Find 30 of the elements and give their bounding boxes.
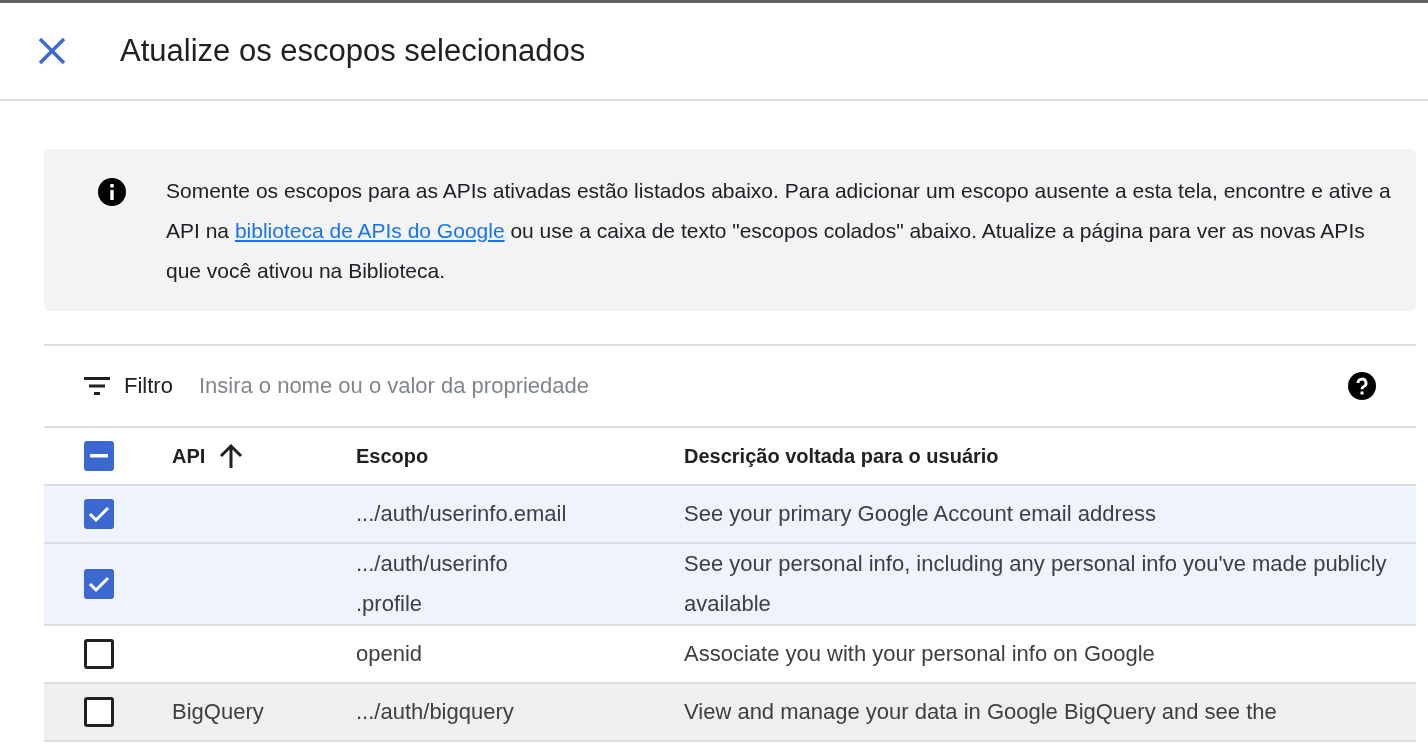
checkbox[interactable] — [84, 499, 114, 529]
dialog-title: Atualize os escopos selecionados — [120, 33, 586, 69]
table-row[interactable]: .../auth/userinfo.email See your primary Google Account email address — [44, 486, 1416, 544]
checkbox[interactable] — [84, 639, 114, 669]
api-library-link[interactable]: biblioteca de APIs do Google — [234, 219, 505, 242]
table-cell-text: View and manage your data in Google BigQuery and see the — [684, 698, 1277, 726]
filter-label: Filtro — [124, 373, 173, 399]
table-cell-text: See your primary Google Account email address — [684, 500, 1156, 528]
filter-icon — [84, 377, 110, 395]
notice-text: Somente os escopos para as APIs ativadas estão listados abaixo. Para adicionar um escopo ausente a esta tela, encontre e ative a API na biblioteca de APIs do Google ou use a caixa de texto "escopos colados" abaixo. Atualize a página para ver as novas APIs que você ativou na Biblioteca. — [166, 178, 1392, 284]
sort-arrow-icon[interactable] — [219, 443, 244, 469]
info-icon — [98, 178, 126, 206]
table-row[interactable]: BigQuery .../auth/bigquery View and manage your data in Google BigQuery and see the — [44, 684, 1416, 742]
close-button[interactable] — [36, 35, 68, 67]
column-header[interactable]: Descrição voltada para o usuário — [684, 444, 999, 468]
checkbox[interactable] — [84, 569, 114, 599]
table-cell-text: See your personal info, including any personal info you've made publicly available — [684, 550, 1388, 618]
help-icon[interactable] — [1348, 372, 1376, 400]
table-cell-text: openid — [356, 640, 423, 668]
check-icon — [88, 575, 110, 593]
column-header[interactable]: API — [172, 444, 206, 468]
minus-icon — [90, 454, 108, 458]
table-cell-text: BigQuery — [172, 698, 264, 726]
table-cell-text: .../auth/bigquery — [356, 698, 514, 726]
checkbox[interactable] — [84, 441, 114, 471]
table-cell-text: Associate you with your personal info on Google — [684, 640, 1155, 668]
column-header[interactable]: Escopo — [356, 444, 429, 468]
table-cell-text: .../auth/userinfo.email — [356, 500, 567, 528]
check-icon — [88, 505, 110, 523]
checkbox[interactable] — [84, 697, 114, 727]
